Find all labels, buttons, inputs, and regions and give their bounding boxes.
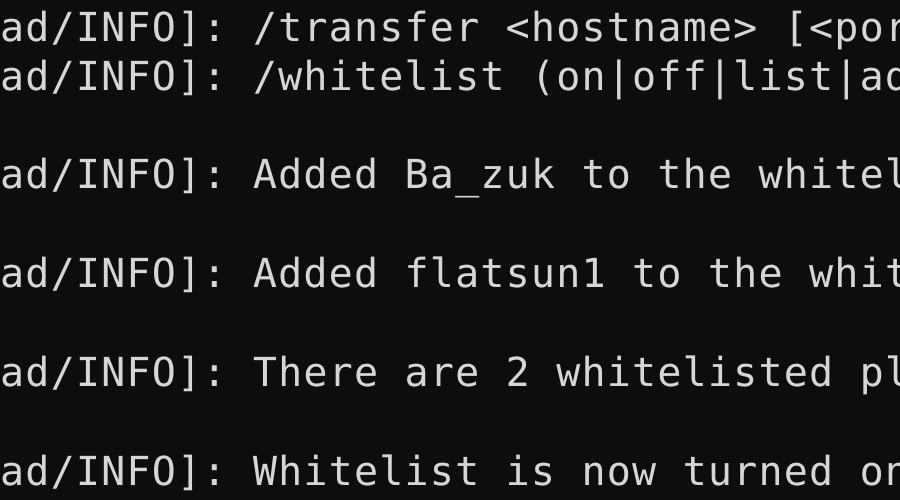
console-screenshot: ad/INFO]: /transfer <hostname> [<port ad… (0, 0, 900, 500)
log-line: ad/INFO]: Added Ba_zuk to the whitelis (0, 152, 900, 198)
log-line: ad/INFO]: /whitelist (on|off|list|add (0, 54, 900, 100)
log-line: ad/INFO]: There are 2 whitelisted pla (0, 350, 900, 396)
console-output-area[interactable]: ad/INFO]: /transfer <hostname> [<port ad… (0, 0, 900, 500)
log-line: ad/INFO]: /transfer <hostname> [<port (0, 5, 900, 51)
log-line: ad/INFO]: Whitelist is now turned on (0, 449, 900, 495)
log-line: ad/INFO]: Added flatsun1 to the white (0, 251, 900, 297)
